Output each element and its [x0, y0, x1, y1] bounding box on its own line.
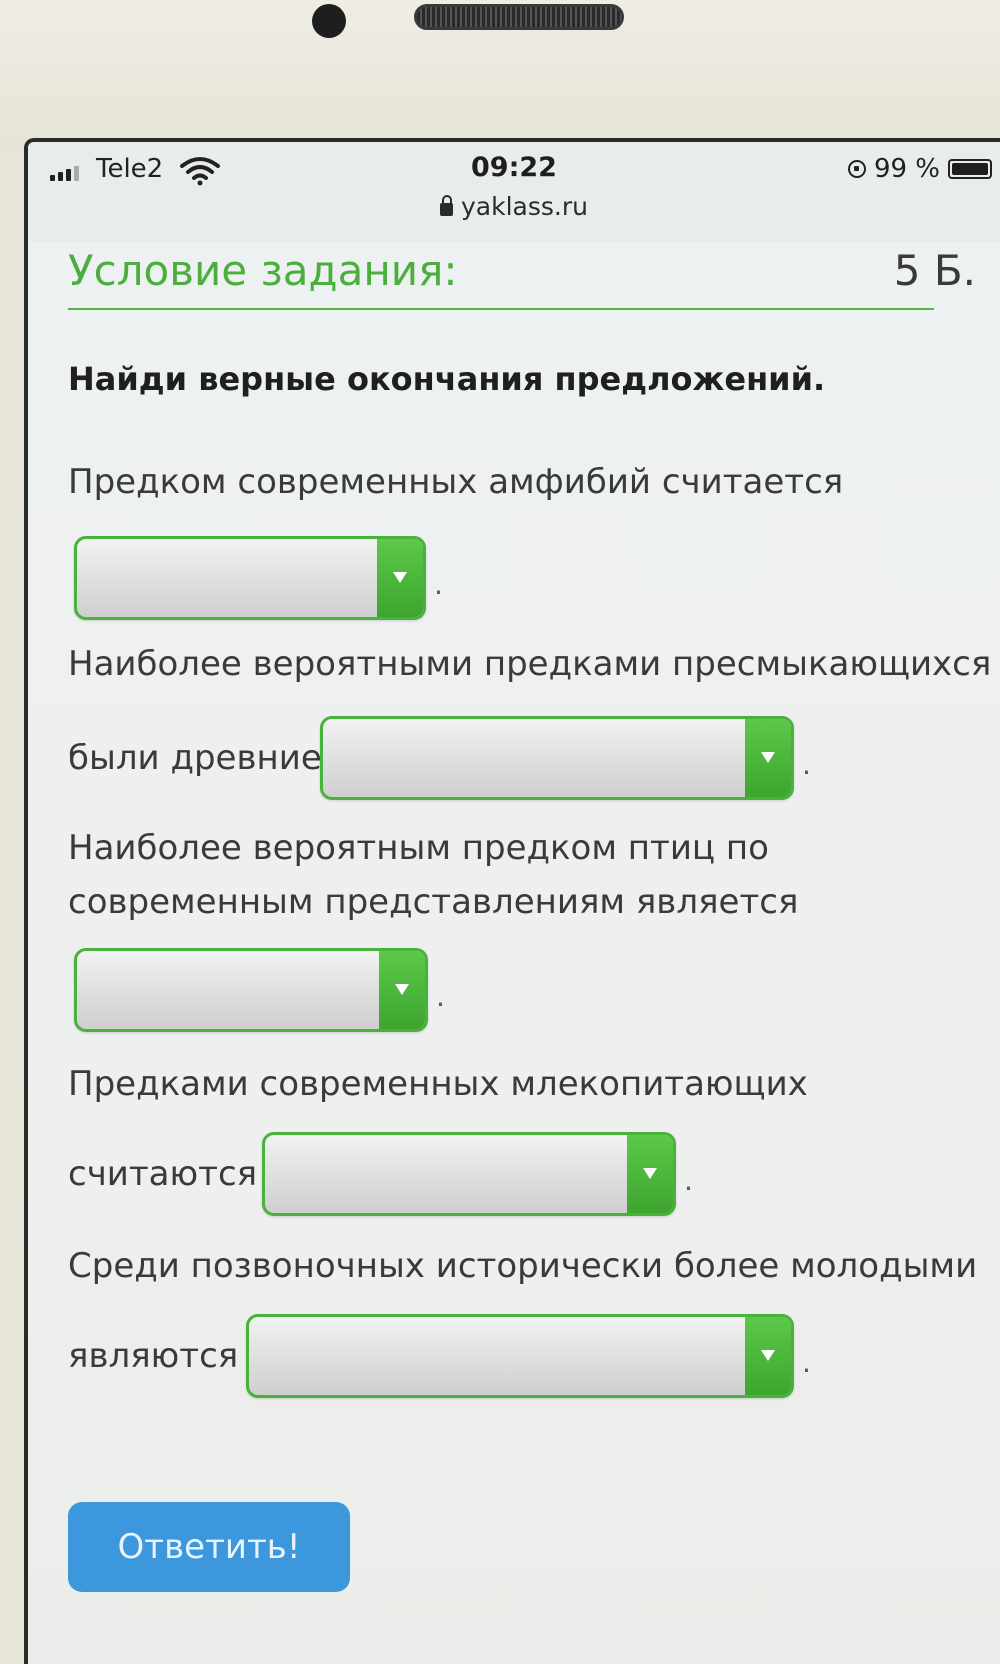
- question-1-text: Предком современных амфибий считается: [68, 462, 844, 502]
- phone-screen: Tele2 09:22 yaklass.ru 99 % Условие зада…: [24, 138, 1000, 1664]
- question-2-period: .: [802, 748, 811, 781]
- question-3-text-line1: Наиболее вероятным предком птиц по: [68, 828, 769, 868]
- header-divider: [68, 308, 934, 310]
- question-4-dropdown[interactable]: [262, 1132, 676, 1216]
- question-5-dropdown[interactable]: [246, 1314, 794, 1398]
- task-instruction: Найди верные окончания предложений.: [68, 360, 826, 398]
- rotation-lock-icon: [847, 160, 866, 178]
- chevron-down-icon: [395, 984, 409, 995]
- address-bar[interactable]: yaklass.ru: [28, 192, 1000, 221]
- question-5-period: .: [802, 1346, 811, 1379]
- status-right: 99 %: [847, 154, 992, 184]
- question-1-period: .: [434, 568, 443, 601]
- question-4-dropdown-arrow[interactable]: [627, 1135, 673, 1213]
- task-points: 5 Б.: [893, 246, 976, 295]
- question-1-dropdown[interactable]: [74, 536, 426, 620]
- question-5-text-line1: Среди позвоночных исторически более моло…: [68, 1246, 978, 1286]
- camera-icon: [312, 4, 346, 38]
- lock-icon: [440, 195, 453, 216]
- question-2-dropdown-arrow[interactable]: [745, 719, 791, 797]
- question-5-dropdown-arrow[interactable]: [745, 1317, 791, 1395]
- question-4-text-line2: считаются: [68, 1154, 258, 1194]
- question-2-text-line1: Наиболее вероятными предками пресмыкающи…: [68, 644, 992, 684]
- speaker-grille: [414, 4, 624, 30]
- question-4-text-line1: Предками современных млекопитающих: [68, 1064, 808, 1104]
- question-3-text-line2: современным представлениям является: [68, 882, 799, 922]
- chevron-down-icon: [643, 1168, 657, 1179]
- site-url: yaklass.ru: [461, 192, 588, 221]
- question-3-period: .: [436, 980, 445, 1013]
- task-title: Условие задания:: [68, 246, 458, 295]
- chevron-down-icon: [393, 572, 407, 583]
- question-3-dropdown-arrow[interactable]: [379, 951, 425, 1029]
- phone-bezel: [0, 0, 1000, 150]
- battery-percent: 99 %: [873, 154, 940, 184]
- question-3-dropdown[interactable]: [74, 948, 428, 1032]
- question-1-dropdown-arrow[interactable]: [377, 539, 423, 617]
- battery-icon: [948, 159, 992, 179]
- chevron-down-icon: [761, 1350, 775, 1361]
- submit-answer-button[interactable]: Ответить!: [68, 1502, 350, 1592]
- question-5-text-line2: являются: [68, 1336, 239, 1376]
- status-bar: Tele2 09:22 yaklass.ru 99 %: [28, 142, 1000, 242]
- question-4-period: .: [684, 1164, 693, 1197]
- question-2-text-line2: были древние: [68, 738, 322, 778]
- chevron-down-icon: [761, 752, 775, 763]
- question-2-dropdown[interactable]: [320, 716, 794, 800]
